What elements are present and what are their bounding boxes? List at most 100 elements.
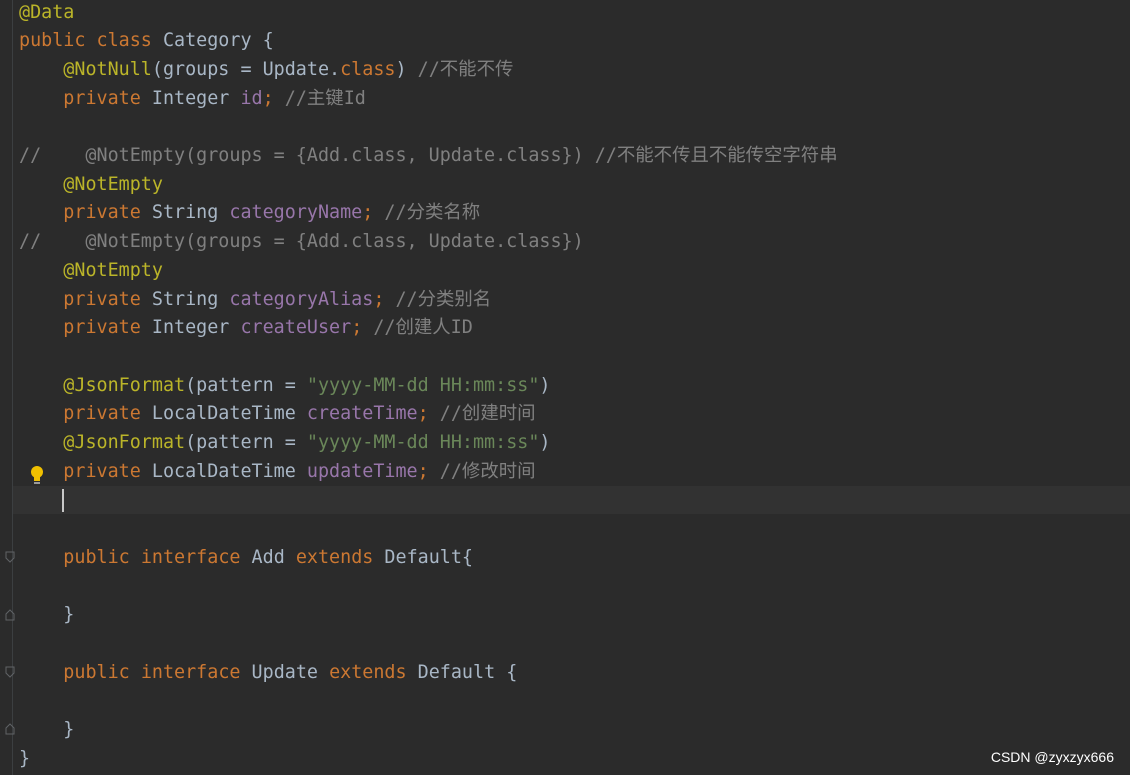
lightbulb-icon[interactable]	[29, 464, 45, 486]
code-line[interactable]: private LocalDateTime updateTime; //修改时间	[19, 458, 536, 487]
fold-marker-icon[interactable]	[4, 666, 16, 678]
code-token: )	[539, 374, 551, 396]
code-token: (groups = Update.	[151, 58, 341, 80]
code-token: String	[151, 288, 230, 310]
code-token: private	[63, 460, 152, 482]
code-token: Default{	[384, 546, 473, 568]
code-token: )	[539, 432, 551, 453]
code-token: ;	[417, 460, 440, 482]
code-token: LocalDateTime	[151, 460, 307, 482]
code-token: //创建时间	[439, 403, 536, 425]
code-token: Integer	[151, 317, 241, 339]
code-token: updateTime	[306, 460, 418, 482]
code-line[interactable]: @JsonFormat(pattern = "yyyy-MM-dd HH:mm:…	[19, 429, 550, 458]
code-token: Category {	[162, 30, 274, 52]
code-token: (pattern =	[185, 432, 307, 453]
code-token: id	[240, 87, 263, 109]
code-token: // @NotEmpty(groups = {Add.class, Update…	[19, 231, 584, 253]
code-token: // @NotEmpty(groups = {Add.class, Update…	[19, 145, 838, 166]
code-line[interactable]: @NotEmpty	[19, 171, 163, 200]
code-token: //创建人ID	[373, 317, 473, 339]
code-token: public class	[19, 30, 163, 52]
code-token: //修改时间	[439, 460, 536, 482]
code-editor[interactable]: @Data public class Category { @NotNull(gr…	[0, 0, 1130, 775]
code-token: @JsonFormat	[63, 374, 186, 396]
code-token: categoryName	[229, 202, 363, 224]
current-line-highlight	[13, 486, 1130, 514]
code-line[interactable]: public class Category {	[19, 27, 274, 56]
code-token: public	[63, 661, 141, 683]
code-line[interactable]: private LocalDateTime createTime; //创建时间	[19, 400, 536, 429]
code-line[interactable]: @Data	[19, 0, 74, 27]
code-token: )	[395, 58, 418, 80]
code-token: (pattern =	[185, 374, 307, 396]
code-token: Update	[251, 661, 330, 683]
code-line[interactable]: }	[19, 601, 74, 630]
code-line[interactable]: }	[19, 716, 74, 745]
code-token: Default {	[417, 661, 518, 683]
code-token: class	[340, 58, 396, 80]
code-token: Integer	[151, 87, 241, 109]
code-token: }	[19, 719, 75, 740]
code-token: @Data	[19, 1, 75, 23]
code-token: ;	[351, 317, 374, 339]
code-line[interactable]: private Integer createUser; //创建人ID	[19, 314, 473, 343]
text-cursor	[62, 489, 64, 512]
code-line[interactable]: @JsonFormat(pattern = "yyyy-MM-dd HH:mm:…	[19, 372, 550, 401]
code-token: categoryAlias	[229, 288, 374, 310]
code-token: }	[19, 604, 75, 626]
code-token: ;	[373, 288, 396, 310]
code-line[interactable]: private String categoryName; //分类名称	[19, 199, 480, 228]
code-token: extends	[329, 661, 418, 683]
code-token: LocalDateTime	[151, 403, 307, 425]
code-token: @NotNull	[63, 58, 152, 80]
code-token: createTime	[306, 403, 418, 425]
code-line[interactable]: // @NotEmpty(groups = {Add.class, Update…	[19, 142, 838, 171]
code-token: interface	[140, 546, 252, 568]
code-token: extends	[295, 546, 385, 568]
code-token: //分类名称	[384, 202, 481, 224]
code-token: @NotEmpty	[63, 259, 163, 281]
code-token: @NotEmpty	[63, 173, 163, 195]
code-token: private	[63, 202, 152, 224]
code-token: public	[63, 546, 141, 568]
code-line[interactable]: // @NotEmpty(groups = {Add.class, Update…	[19, 228, 584, 257]
watermark: CSDN @zyxzyx666	[990, 749, 1114, 765]
code-token: Add	[251, 546, 296, 568]
code-token: private	[63, 317, 152, 339]
code-token: ;	[262, 87, 285, 109]
code-token: "yyyy-MM-dd HH:mm:ss"	[306, 374, 540, 396]
code-line[interactable]: public interface Update extends Default …	[19, 659, 517, 688]
code-line[interactable]: @NotEmpty	[19, 257, 163, 286]
fold-marker-icon[interactable]	[4, 723, 16, 735]
code-token: ;	[417, 403, 440, 425]
code-token: createUser	[240, 317, 352, 339]
code-line[interactable]: private Integer id; //主键Id	[19, 85, 366, 114]
gutter-separator	[12, 0, 13, 775]
code-token: }	[19, 747, 31, 769]
code-token: //不能不传	[417, 58, 514, 80]
code-line[interactable]: private String categoryAlias; //分类别名	[19, 286, 491, 315]
code-token: ;	[362, 202, 385, 224]
code-line[interactable]: public interface Add extends Default{	[19, 544, 473, 573]
code-line[interactable]: }	[19, 745, 30, 774]
code-token: private	[63, 87, 152, 109]
code-line[interactable]: @NotNull(groups = Update.class) //不能不传	[19, 56, 513, 85]
code-token: String	[151, 202, 230, 224]
code-token: private	[63, 288, 152, 310]
code-token: //分类别名	[395, 288, 492, 310]
fold-marker-icon[interactable]	[4, 609, 16, 621]
fold-marker-icon[interactable]	[4, 551, 16, 563]
code-token: interface	[140, 661, 252, 683]
code-token: private	[63, 403, 152, 425]
code-token: //主键Id	[284, 87, 366, 109]
